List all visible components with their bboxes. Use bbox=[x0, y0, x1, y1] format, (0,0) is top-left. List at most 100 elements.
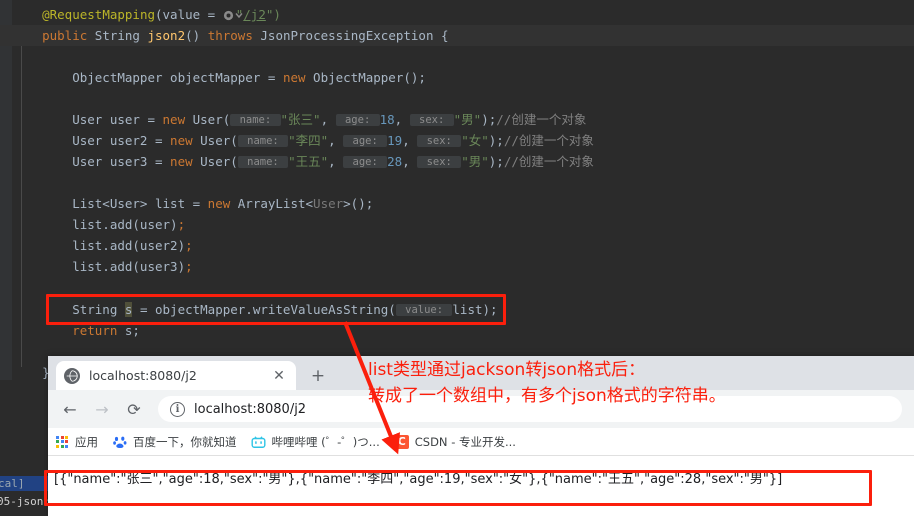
code-token: List<User> list = bbox=[12, 196, 208, 211]
code-token: User bbox=[313, 196, 344, 211]
bilibili-icon bbox=[251, 434, 267, 450]
code-token: User user = bbox=[12, 112, 163, 127]
code-token: ; bbox=[177, 217, 186, 232]
code-token: User( bbox=[200, 133, 238, 148]
site-info-icon[interactable]: i bbox=[170, 401, 185, 417]
code-token: ObjectMapper(); bbox=[313, 70, 426, 85]
code-line[interactable]: list.add(user3); bbox=[0, 256, 914, 277]
code-token: , bbox=[328, 133, 344, 148]
code-token: return bbox=[72, 323, 125, 338]
code-token: /j2 bbox=[243, 7, 266, 22]
code-token: , bbox=[320, 112, 336, 127]
bookmark-item[interactable]: 应用 bbox=[54, 434, 98, 450]
code-token: () bbox=[185, 28, 208, 43]
code-token: , bbox=[402, 154, 418, 169]
parameter-hint-chip: name: bbox=[230, 114, 281, 126]
code-token: 28 bbox=[387, 154, 403, 169]
parameter-hint-chip: age: bbox=[335, 114, 380, 126]
code-token: throws bbox=[207, 28, 261, 43]
code-token: , bbox=[394, 112, 410, 127]
screenshot-root: @RequestMapping(value = "/j2") public St… bbox=[0, 0, 914, 516]
code-token: ; bbox=[185, 259, 193, 274]
parameter-hint-chip: sex: bbox=[409, 114, 454, 126]
web-endpoint-icon[interactable] bbox=[223, 6, 243, 21]
new-tab-button[interactable]: + bbox=[306, 364, 330, 388]
code-line[interactable]: list.add(user); bbox=[0, 214, 914, 235]
code-token: list.add(user3) bbox=[12, 259, 186, 274]
forward-icon[interactable]: → bbox=[88, 395, 116, 423]
browser-tab[interactable]: localhost:8080/j2 ✕ bbox=[56, 361, 296, 390]
json-response-text: [{"name":"张三","age":18,"sex":"男"},{"name… bbox=[54, 472, 783, 487]
code-token: new bbox=[207, 196, 238, 211]
close-icon[interactable]: ✕ bbox=[270, 367, 288, 385]
code-line[interactable]: User user = new User( name: "张三", age: 1… bbox=[0, 109, 914, 130]
code-token: ObjectMapper objectMapper = bbox=[12, 70, 283, 85]
code-token: >(); bbox=[343, 196, 374, 211]
code-token: User( bbox=[200, 154, 238, 169]
code-token: //创建一个对象 bbox=[496, 112, 587, 127]
code-token: new bbox=[162, 112, 193, 127]
code-token: ") bbox=[265, 7, 281, 22]
code-token: new bbox=[170, 133, 201, 148]
console-line-2: 05-json: bbox=[0, 495, 48, 508]
code-token: list.add(user) bbox=[12, 217, 178, 232]
code-token: User user2 = bbox=[12, 133, 171, 148]
code-token: 18 bbox=[379, 112, 395, 127]
code-token: s; bbox=[124, 323, 140, 338]
console-line-1: cal] bbox=[0, 477, 25, 490]
code-token: JsonProcessingException bbox=[260, 28, 442, 43]
parameter-hint-chip: name: bbox=[237, 156, 289, 168]
parameter-hint-chip: sex: bbox=[417, 135, 462, 147]
code-token: list.add(user2) bbox=[12, 238, 186, 253]
bookmarks-bar[interactable]: 应用 百度一下，你就知道 哔哩哔哩 (゜-゜)つ... C CSDN - 专业开发... bbox=[48, 428, 914, 456]
code-token: { bbox=[441, 28, 449, 43]
code-token: "女" bbox=[461, 133, 489, 148]
parameter-hint-chip: age: bbox=[343, 135, 388, 147]
apps-grid-icon bbox=[54, 434, 70, 450]
parameter-hint-chip: name: bbox=[237, 135, 289, 147]
code-token: public bbox=[42, 28, 95, 43]
code-token: , bbox=[328, 154, 344, 169]
code-token: //创建一个对象 bbox=[503, 133, 594, 148]
code-token: ); bbox=[481, 112, 497, 127]
code-line[interactable]: list.add(user2); bbox=[0, 235, 914, 256]
code-token: json2 bbox=[147, 28, 186, 43]
run-console-strip[interactable]: cal] 05-json: bbox=[0, 476, 48, 516]
code-token: ); bbox=[488, 133, 504, 148]
bookmark-item[interactable]: 百度一下，你就知道 bbox=[112, 434, 237, 450]
annotation-note-line-2: 转成了一个数组中，有多个json格式的字符串。 bbox=[368, 386, 726, 406]
code-token: "李四" bbox=[288, 133, 329, 148]
code-line[interactable]: List<User> list = new ArrayList<User>(); bbox=[0, 193, 914, 214]
code-token: User user3 = bbox=[12, 154, 171, 169]
code-token: String bbox=[12, 302, 125, 317]
code-token: "男" bbox=[453, 112, 482, 127]
address-bar-url[interactable]: localhost:8080/j2 bbox=[194, 402, 306, 417]
code-token: new bbox=[282, 70, 314, 85]
page-viewport: [{"name":"张三","age":18,"sex":"男"},{"name… bbox=[48, 456, 914, 516]
back-icon[interactable]: ← bbox=[56, 395, 84, 423]
code-token: 19 bbox=[387, 133, 403, 148]
reload-icon[interactable]: ⟳ bbox=[120, 395, 148, 423]
parameter-hint-chip: sex: bbox=[417, 156, 462, 168]
code-token: ); bbox=[488, 154, 504, 169]
code-token: String bbox=[94, 28, 148, 43]
baidu-icon bbox=[112, 434, 128, 450]
code-token: (value = bbox=[155, 7, 223, 22]
code-line[interactable]: User user3 = new User( name: "王五", age: … bbox=[0, 151, 914, 172]
code-line[interactable]: @RequestMapping(value = "/j2") bbox=[0, 4, 914, 25]
code-token: new bbox=[170, 154, 201, 169]
code-token: ; bbox=[185, 238, 193, 253]
globe-icon bbox=[64, 367, 80, 384]
code-token: //创建一个对象 bbox=[503, 154, 594, 169]
annotation-note-line-1: list类型通过jackson转json格式后： bbox=[368, 360, 646, 380]
code-line[interactable]: User user2 = new User( name: "李四", age: … bbox=[0, 130, 914, 151]
code-token: "王五" bbox=[288, 154, 329, 169]
browser-tab-title: localhost:8080/j2 bbox=[89, 368, 197, 383]
parameter-hint-chip: age: bbox=[343, 156, 388, 168]
code-line[interactable]: public String json2() throws JsonProcess… bbox=[0, 25, 914, 46]
code-line[interactable]: ObjectMapper objectMapper = new ObjectMa… bbox=[0, 67, 914, 88]
bookmark-label: 百度一下，你就知道 bbox=[133, 434, 237, 449]
code-token: "张三" bbox=[280, 112, 321, 127]
